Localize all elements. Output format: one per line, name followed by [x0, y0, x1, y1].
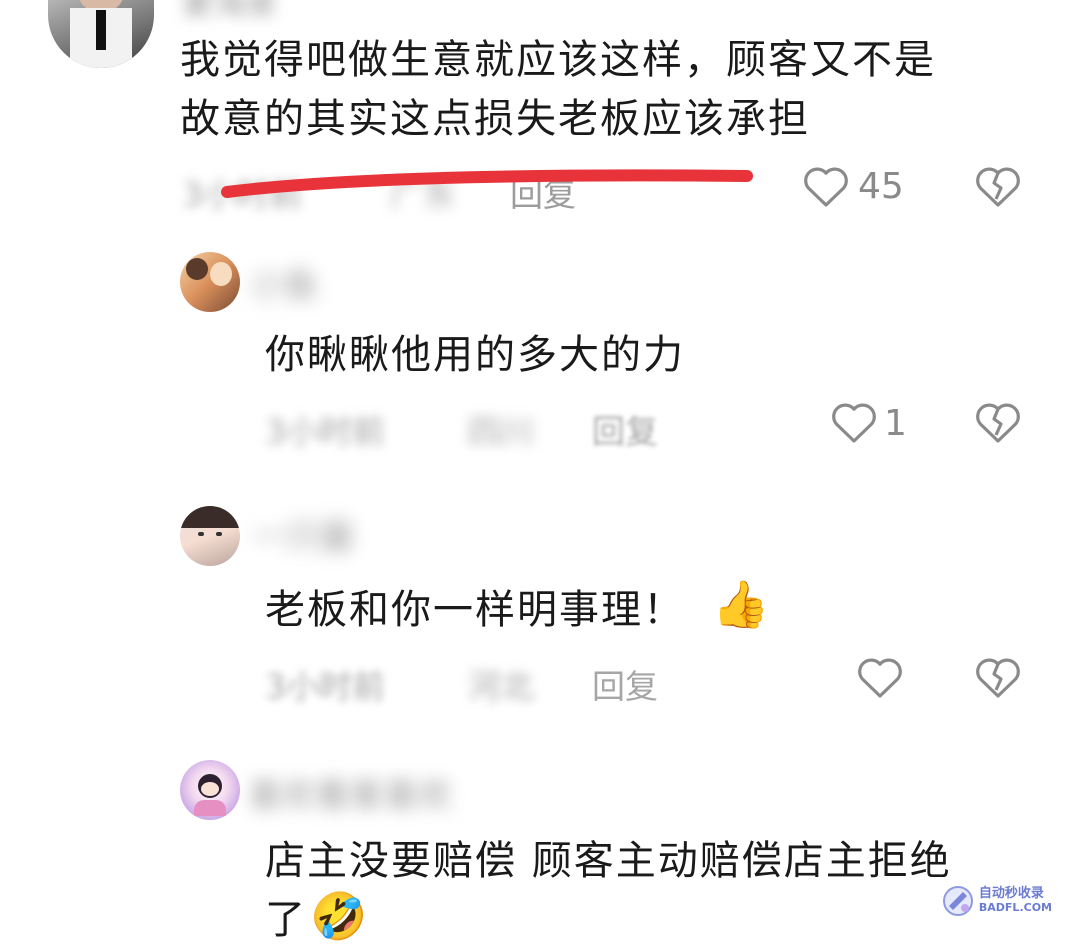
reply-button[interactable]: 回复 — [592, 660, 658, 708]
rofl-emoji: 🤣 — [310, 889, 368, 943]
avatar[interactable] — [48, 0, 154, 68]
avatar[interactable] — [180, 760, 240, 820]
avatar[interactable] — [180, 252, 240, 312]
reply-button[interactable]: 回复 — [592, 405, 658, 453]
comment-text: 老板和你一样明事理！ — [265, 587, 685, 633]
comment-text: 故意的其实这点损失老板应该承担 — [180, 96, 810, 142]
username[interactable]: 蒙淘家 — [182, 0, 278, 24]
comment-location: 四川 — [468, 412, 534, 451]
broken-heart-icon[interactable] — [974, 655, 1022, 699]
comment-time: 3小时前 — [265, 412, 385, 451]
watermark-text: 自动秒收录 BADFL.COM — [979, 887, 1052, 915]
username[interactable]: 喜欢看客喜欢 — [248, 768, 452, 817]
broken-heart-icon[interactable] — [974, 400, 1022, 444]
heart-icon[interactable] — [830, 400, 878, 444]
like-count: 45 — [858, 166, 904, 207]
comment-text: 我觉得吧做生意就应该这样，顾客又不是 — [180, 37, 936, 83]
username[interactable]: 一只暮 — [252, 510, 354, 559]
heart-icon[interactable] — [802, 164, 850, 208]
avatar[interactable] — [180, 506, 240, 566]
like-count: 1 — [884, 403, 907, 444]
heart-icon[interactable] — [856, 655, 904, 699]
watermark-line2: BADFL.COM — [978, 901, 1052, 914]
comment-location: 河北 — [468, 667, 534, 706]
comment-text: 你瞅瞅他用的多大的力 — [265, 332, 685, 378]
annotation-underline — [221, 169, 753, 198]
thumbs-up-emoji: 👍 — [712, 577, 770, 631]
username[interactable]: 小鱼 — [250, 258, 318, 307]
watermark-logo-icon — [942, 886, 973, 916]
comment-time: 3小时前 — [265, 667, 385, 706]
broken-heart-icon[interactable] — [974, 164, 1022, 208]
comment-text: 了 — [265, 897, 307, 943]
watermark-line1: 自动秒收录 — [978, 886, 1044, 901]
watermark: 自动秒收录 BADFL.COM — [941, 884, 1052, 918]
comment-text: 店主没要赔偿 顾客主动赔偿店主拒绝 — [265, 838, 952, 884]
